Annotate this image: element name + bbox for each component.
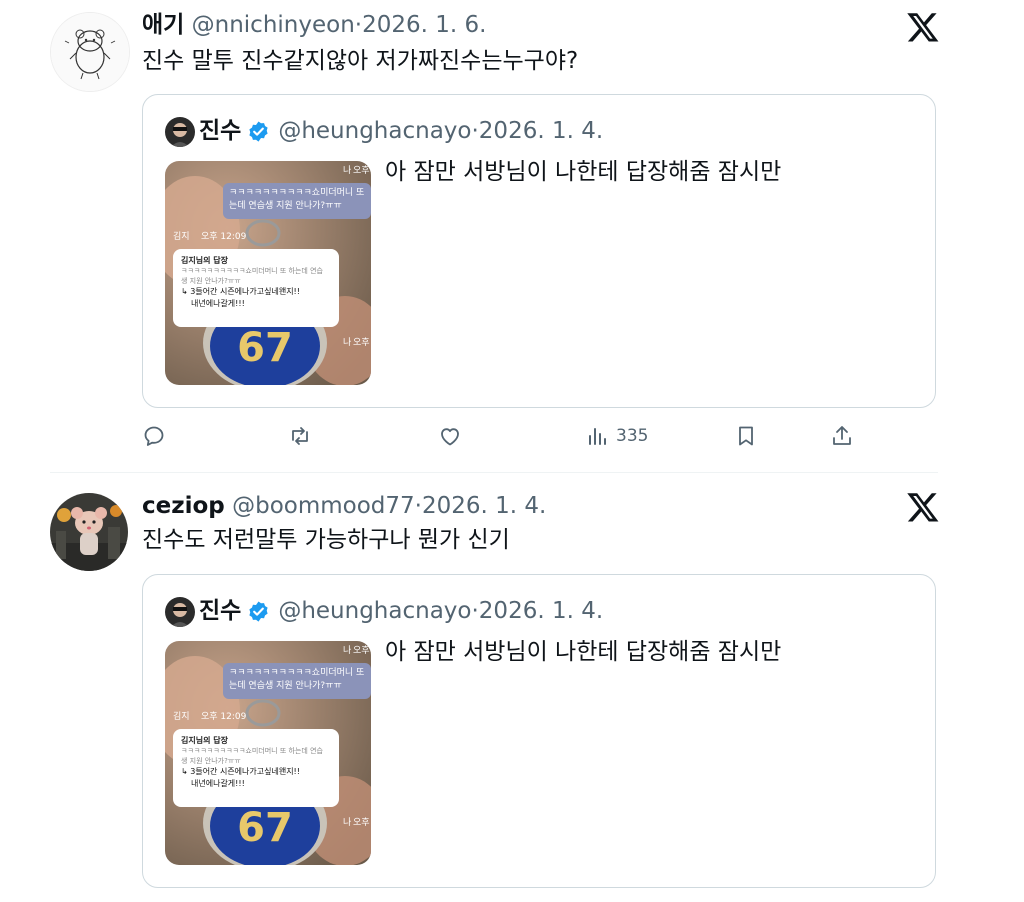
quoted-media-image[interactable]: 67 나 오후 ㅋㅋㅋㅋㅋㅋㅋㅋㅋㅋ쇼미더머니 또 는데 연습생 지원 안나가?…	[165, 161, 371, 385]
tweet-date[interactable]: 2026. 1. 6.	[362, 12, 486, 38]
quoted-date[interactable]: 2026. 1. 4.	[479, 115, 603, 147]
like-icon	[441, 428, 459, 446]
reply-card-quote: ㅋㅋㅋㅋㅋㅋㅋㅋㅋㅋ쇼미더머니 또 하는데 연습	[181, 747, 323, 755]
reply-card-reply: ↳ 3들어간 시즌에나가고싶네왠지!!	[181, 767, 300, 776]
quoted-tweet[interactable]: 진수 @heunghacnayo · 2026. 1. 4. 67 나 오후 ㅋ…	[142, 94, 936, 408]
reply-card-quote: ㅋㅋㅋㅋㅋㅋㅋㅋㅋㅋ쇼미더머니 또 하는데 연습	[181, 267, 323, 275]
quoted-handle[interactable]: @heunghacnayo	[278, 595, 471, 627]
chat-bubble: ㅋㅋㅋㅋㅋㅋㅋㅋㅋㅋ쇼미더머니 또 는데 연습생 지원 안나가?ㅠㅠ	[223, 183, 371, 219]
views-count: 335	[616, 426, 649, 446]
share-icon	[833, 426, 851, 445]
share-button[interactable]	[830, 421, 854, 451]
quoted-header: 진수 @heunghacnayo · 2026. 1. 4.	[199, 595, 603, 627]
like-button[interactable]	[438, 421, 462, 451]
reply-card-reply: 내년에나갈게!!!	[191, 779, 245, 788]
me-label: 나	[343, 818, 352, 828]
reply-button[interactable]	[142, 421, 166, 451]
me-label: 나	[343, 646, 352, 656]
tweet-text: 진수 말투 진수같지않아 저가짜진수는누구야?	[142, 48, 579, 74]
x-logo-icon[interactable]	[906, 10, 940, 44]
avatar[interactable]	[50, 493, 128, 571]
me-time: 오후	[353, 818, 370, 828]
sender-label: 김지	[173, 232, 190, 242]
bookmark-icon	[739, 426, 753, 446]
quoted-avatar[interactable]	[165, 597, 195, 627]
separator: ·	[414, 493, 422, 519]
quoted-handle[interactable]: @heunghacnayo	[278, 115, 471, 147]
quoted-tweet[interactable]: 진수 @heunghacnayo · 2026. 1. 4. 67 나 오후 ㅋ…	[142, 574, 936, 888]
quoted-avatar-icon	[165, 597, 195, 627]
me-time: 오후	[353, 166, 370, 176]
hamster-sketch-avatar-icon	[51, 13, 129, 91]
bubble-line: 는데 연습생 지원 안나가?ㅠㅠ	[229, 201, 342, 211]
reply-card-reply: ↳ 3들어간 시즌에나가고싶네왠지!!	[181, 287, 300, 296]
quoted-display-name[interactable]: 진수	[199, 115, 241, 147]
rat-cityscape-avatar-icon	[50, 493, 128, 571]
reply-card: 김지님의 답장 ㅋㅋㅋㅋㅋㅋㅋㅋㅋㅋ쇼미더머니 또 하는데 연습 생 지원 안나…	[173, 729, 339, 807]
separator: ·	[354, 12, 363, 38]
retweet-button[interactable]	[288, 421, 312, 451]
user-handle[interactable]: @nnichinyeon	[192, 12, 355, 38]
tweet-header: ceziop @boommood77·2026. 1. 4.	[142, 491, 546, 521]
retweet-icon	[292, 427, 308, 445]
quoted-header: 진수 @heunghacnayo · 2026. 1. 4.	[199, 115, 603, 147]
quoted-avatar[interactable]	[165, 117, 195, 147]
reply-card-quote: 생 지원 안나가?ㅠㅠ	[181, 277, 241, 285]
chat-bubble: ㅋㅋㅋㅋㅋㅋㅋㅋㅋㅋ쇼미더머니 또 는데 연습생 지원 안나가?ㅠㅠ	[223, 663, 371, 699]
tweet-text: 진수도 저런말투 가능하구나 뭔가 신기	[142, 527, 510, 553]
avatar[interactable]	[50, 12, 130, 92]
verified-badge-icon	[249, 600, 268, 622]
sender-time: 오후 12:09	[201, 712, 247, 722]
quoted-avatar-icon	[165, 117, 195, 147]
display-name[interactable]: 애기	[142, 12, 184, 38]
reply-card-quote: 생 지원 안나가?ㅠㅠ	[181, 757, 241, 765]
tweet-divider	[50, 472, 938, 473]
user-handle[interactable]: @boommood77	[232, 493, 415, 519]
verified-badge-icon	[249, 120, 268, 142]
sender-time: 오후 12:09	[201, 232, 247, 242]
views-button[interactable]: 335	[586, 421, 648, 451]
bubble-line: ㅋㅋㅋㅋㅋㅋㅋㅋㅋㅋ쇼미더머니 또	[229, 188, 365, 198]
quoted-display-name[interactable]: 진수	[199, 595, 241, 627]
separator: ·	[471, 118, 479, 144]
reply-icon	[144, 426, 164, 446]
me-label: 나	[343, 338, 352, 348]
me-time: 오후	[353, 338, 370, 348]
reply-card-reply: 내년에나갈게!!!	[191, 299, 245, 308]
me-label: 나	[343, 166, 352, 176]
tweet-date[interactable]: 2026. 1. 4.	[422, 493, 546, 519]
quoted-media-image[interactable]: 67 나 오후 ㅋㅋㅋㅋㅋㅋㅋㅋㅋㅋ쇼미더머니 또 는데 연습생 지원 안나가?…	[165, 641, 371, 865]
reply-card-title: 김지님의 답장	[181, 256, 228, 265]
me-time: 오후	[353, 646, 370, 656]
tweet-header: 애기 @nnichinyeon·2026. 1. 6.	[142, 10, 486, 40]
bubble-line: 는데 연습생 지원 안나가?ㅠㅠ	[229, 681, 342, 691]
quoted-text: 아 잠만 서방님이 나한테 답장해줌 잠시만	[385, 639, 782, 665]
reply-card: 김지님의 답장 ㅋㅋㅋㅋㅋㅋㅋㅋㅋㅋ쇼미더머니 또 하는데 연습 생 지원 안나…	[173, 249, 339, 327]
sender-label: 김지	[173, 712, 190, 722]
views-icon	[589, 428, 606, 445]
reply-card-title: 김지님의 답장	[181, 736, 228, 745]
badge-number: 67	[237, 325, 293, 371]
quoted-text: 아 잠만 서방님이 나한테 답장해줌 잠시만	[385, 159, 782, 185]
bookmark-button[interactable]	[734, 421, 758, 451]
badge-number: 67	[237, 805, 293, 851]
action-bar: 335	[142, 421, 862, 451]
separator: ·	[471, 598, 479, 624]
x-logo-icon[interactable]	[906, 490, 940, 524]
bubble-line: ㅋㅋㅋㅋㅋㅋㅋㅋㅋㅋ쇼미더머니 또	[229, 668, 365, 678]
quoted-date[interactable]: 2026. 1. 4.	[479, 595, 603, 627]
display-name[interactable]: ceziop	[142, 493, 225, 519]
